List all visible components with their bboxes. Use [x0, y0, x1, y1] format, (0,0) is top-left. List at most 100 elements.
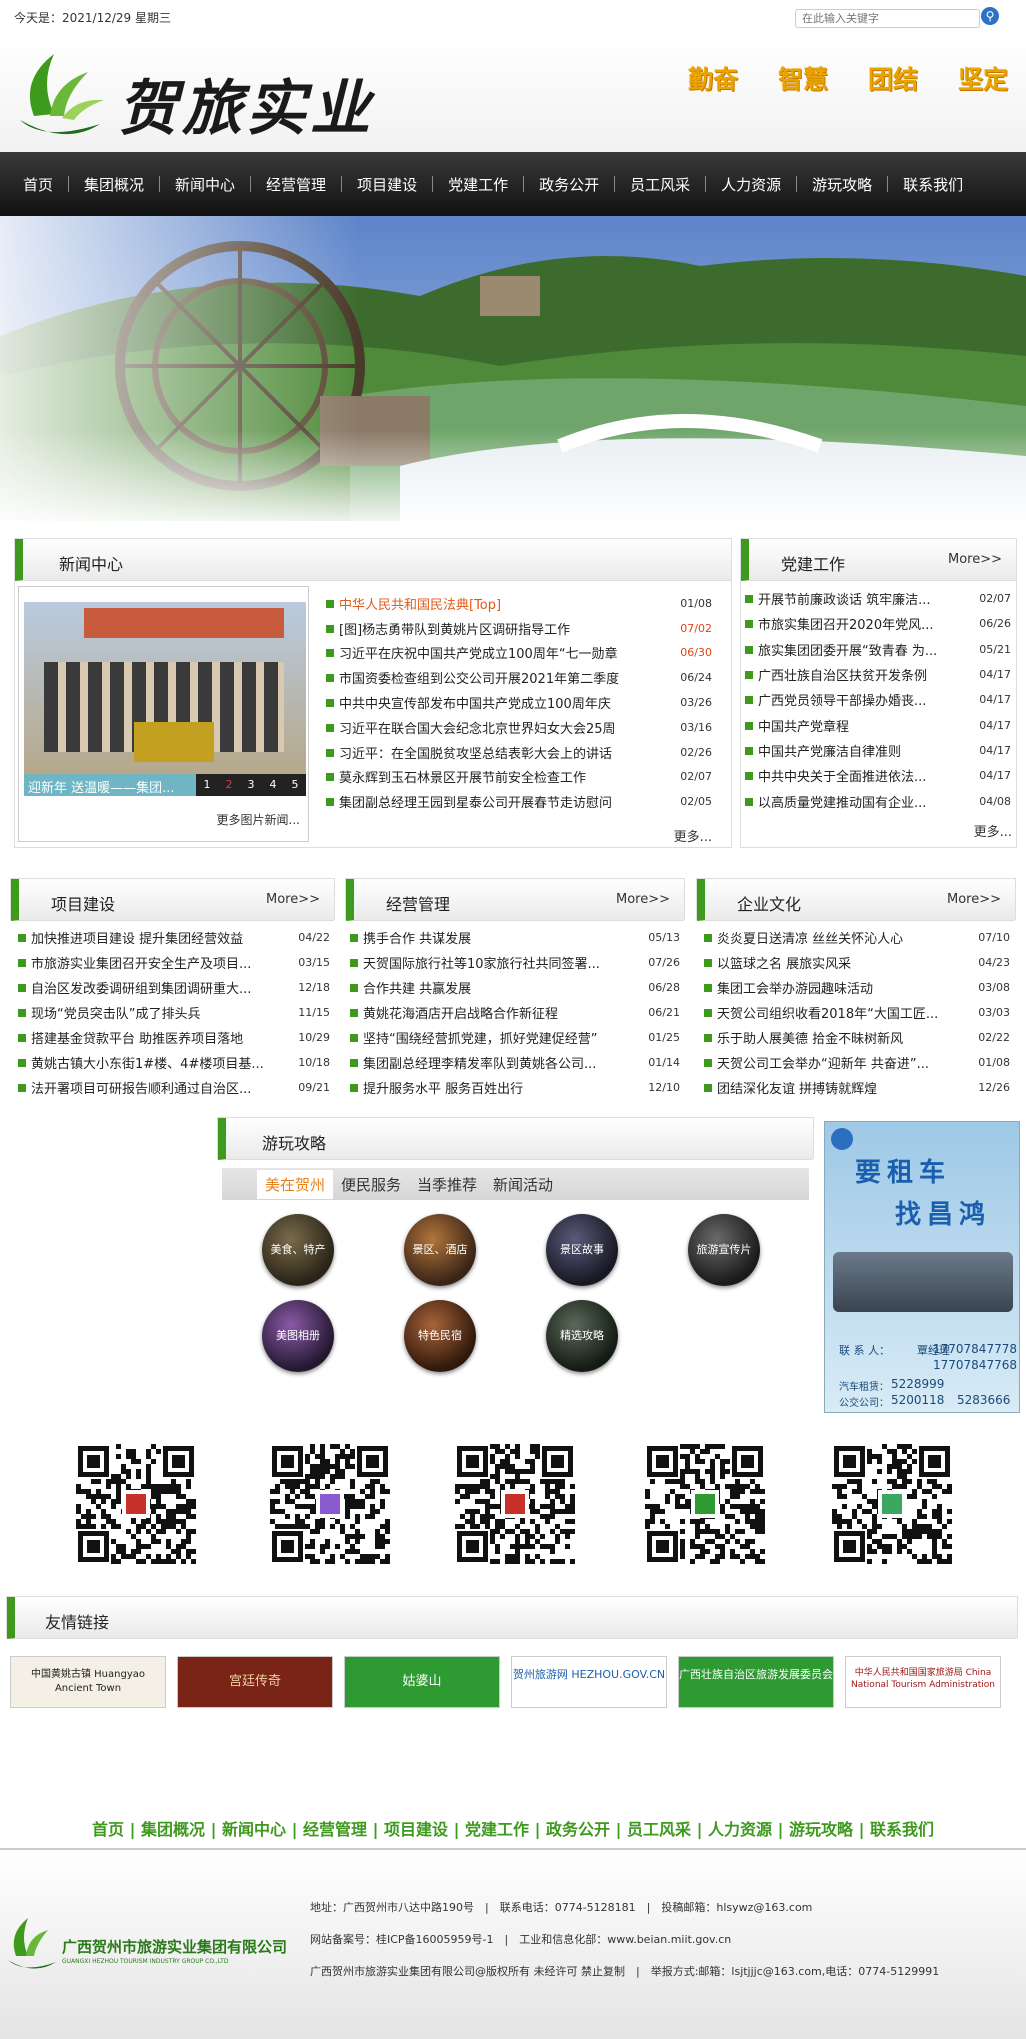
nav-item[interactable]: 员工风采	[615, 174, 705, 195]
list-item-title[interactable]: 莫永辉到玉石林景区开展节前安全检查工作	[326, 767, 674, 786]
list-item[interactable]: 中共中央关于全面推进依法... 04/17	[745, 763, 1011, 788]
list-item[interactable]: 黄姚花海酒店开启战略合作新征程 06/21	[350, 1000, 680, 1025]
search-icon[interactable]: ⚲	[981, 7, 999, 25]
footer-nav-item[interactable]: 新闻中心	[222, 1820, 286, 1839]
list-item[interactable]: 炎炎夏日送清凉 丝丝关怀沁人心 07/10	[704, 925, 1010, 950]
list-item[interactable]: 旅实集团团委开展“致青春 为... 05/21	[745, 637, 1011, 662]
nav-item[interactable]: 新闻中心	[160, 174, 250, 195]
circle-album[interactable]: 美图相册	[262, 1300, 334, 1372]
list-item[interactable]: 天贺国际旅行社等10家旅行社共同签署... 07/26	[350, 950, 680, 975]
list-item-title[interactable]: 加快推进项目建设 提升集团经营效益	[18, 928, 292, 947]
footer-nav-item[interactable]: 游玩攻略	[789, 1820, 853, 1839]
list-item[interactable]: 以高质量党建推动国有企业... 04/08	[745, 788, 1011, 813]
search-input[interactable]	[795, 9, 980, 28]
nav-item[interactable]: 人力资源	[706, 174, 796, 195]
list-item[interactable]: 天贺公司工会举办“迎新年 共奋进”... 01/08	[704, 1050, 1010, 1075]
list-item[interactable]: 中共中央宣传部发布中国共产党成立100周年庆 03/26	[326, 690, 712, 715]
list-item[interactable]: 习近平在联合国大会纪念北京世界妇女大会25周 03/16	[326, 715, 712, 740]
list-item-title[interactable]: 市旅游实业集团召开安全生产及项目...	[18, 953, 292, 972]
partner-gupo-logo[interactable]: 姑婆山	[344, 1656, 500, 1708]
list-item-title[interactable]: 自治区发改委调研组到集团调研重大...	[18, 978, 292, 997]
list-item-title[interactable]: 习近平在庆祝中国共产党成立100周年“七一勋章	[326, 643, 674, 662]
list-item-title[interactable]: 广西壮族自治区扶贫开发条例	[745, 665, 973, 684]
nav-item[interactable]: 联系我们	[888, 174, 978, 195]
photo-news-image[interactable]	[24, 602, 306, 774]
list-item[interactable]: 市国资委检查组到公交公司开展2021年第二季度 06/24	[326, 665, 712, 690]
list-item[interactable]: 携手合作 共谋发展 05/13	[350, 925, 680, 950]
circle-story[interactable]: 景区故事	[546, 1214, 618, 1286]
list-item[interactable]: 习近平：在全国脱贫攻坚总结表彰大会上的讲话 02/26	[326, 740, 712, 765]
list-item-title[interactable]: 以篮球之名 展旅实风采	[704, 953, 972, 972]
tab-activity[interactable]: 新闻活动	[485, 1170, 561, 1199]
photo-page[interactable]: 2	[218, 774, 240, 796]
list-item[interactable]: 广西党员领导干部操办婚丧... 04/17	[745, 687, 1011, 712]
list-item-title[interactable]: 天贺公司组织收看2018年“大国工匠...	[704, 1003, 972, 1022]
list-item-title[interactable]: 乐于助人展美德 拾金不昧树新风	[704, 1028, 972, 1047]
circle-food[interactable]: 美食、特产	[262, 1214, 334, 1286]
list-item-title[interactable]: 黄姚古镇大小东街1#楼、4#楼项目基...	[18, 1053, 292, 1072]
list-item-title[interactable]: 中共中央宣传部发布中国共产党成立100周年庆	[326, 693, 674, 712]
list-item[interactable]: 市旅游实业集团召开安全生产及项目... 03/15	[18, 950, 330, 975]
list-item-title[interactable]: 集团副总经理王园到星泰公司开展春节走访慰问	[326, 792, 674, 811]
list-item-title[interactable]: 搭建基金贷款平台 助推医养项目落地	[18, 1028, 292, 1047]
circle-homestay[interactable]: 特色民宿	[404, 1300, 476, 1372]
footer-nav-item[interactable]: 经营管理	[303, 1820, 367, 1839]
list-item-title[interactable]: 习近平在联合国大会纪念北京世界妇女大会25周	[326, 718, 674, 737]
footer-nav-item[interactable]: 党建工作	[465, 1820, 529, 1839]
footer-nav-item[interactable]: 项目建设	[384, 1820, 448, 1839]
footer-nav-item[interactable]: 首页	[92, 1820, 124, 1839]
partner-cnta-logo[interactable]: 中华人民共和国国家旅游局 China National Tourism Admi…	[845, 1656, 1001, 1708]
list-item-title[interactable]: 天贺国际旅行社等10家旅行社共同签署...	[350, 953, 642, 972]
list-item-title[interactable]: 市国资委检查组到公交公司开展2021年第二季度	[326, 668, 674, 687]
tab-season[interactable]: 当季推荐	[409, 1170, 485, 1199]
logo-leaf-icon[interactable]	[14, 50, 110, 144]
list-item-title[interactable]: 以高质量党建推动国有企业...	[745, 792, 973, 811]
party-more2-link[interactable]: 更多...	[900, 821, 1012, 840]
business-more-link[interactable]: More>>	[616, 892, 670, 907]
partner-gx-tour-logo[interactable]: 广西壮族自治区旅游发展委员会	[678, 1656, 834, 1708]
list-item-title[interactable]: 开展节前廉政谈话 筑牢廉洁...	[745, 589, 973, 608]
tab-beauty[interactable]: 美在贺州	[257, 1169, 334, 1199]
list-item-title[interactable]: 法开署项目可研报告顺利通过自治区...	[18, 1078, 292, 1097]
list-item-title[interactable]: 炎炎夏日送清凉 丝丝关怀沁人心	[704, 928, 972, 947]
list-item[interactable]: 集团工会举办游园趣味活动 03/08	[704, 975, 1010, 1000]
list-item[interactable]: 坚持“围绕经营抓党建，抓好党建促经营” 01/25	[350, 1025, 680, 1050]
list-item[interactable]: 集团副总经理王园到星泰公司开展春节走访慰问 02/05	[326, 789, 712, 814]
car-rental-ad[interactable]: 要租车 找昌鸿 联 系 人： 覃经理 17707847778 177078477…	[824, 1121, 1020, 1413]
list-item-title[interactable]: 提升服务水平 服务百姓出行	[350, 1078, 642, 1097]
list-item[interactable]: 团结深化友谊 拼搏铸就辉煌 12/26	[704, 1075, 1010, 1100]
list-item-title[interactable]: 团结深化友谊 拼搏铸就辉煌	[704, 1078, 972, 1097]
list-item[interactable]: 习近平在庆祝中国共产党成立100周年“七一勋章 06/30	[326, 641, 712, 666]
list-item[interactable]: 自治区发改委调研组到集团调研重大... 12/18	[18, 975, 330, 1000]
party-more-link[interactable]: More>>	[948, 552, 1002, 567]
list-item[interactable]: 开展节前廉政谈话 筑牢廉洁... 02/07	[745, 586, 1011, 611]
footer-nav-item[interactable]: 员工风采	[627, 1820, 691, 1839]
list-item-title[interactable]: 中国共产党章程	[745, 716, 973, 735]
list-item[interactable]: 广西壮族自治区扶贫开发条例 04/17	[745, 662, 1011, 687]
list-item[interactable]: 天贺公司组织收看2018年“大国工匠... 03/03	[704, 1000, 1010, 1025]
list-item[interactable]: 乐于助人展美德 拾金不昧树新风 02/22	[704, 1025, 1010, 1050]
nav-item[interactable]: 集团概况	[69, 174, 159, 195]
list-item[interactable]: [图]杨志勇带队到黄姚片区调研指导工作 07/02	[326, 616, 712, 641]
list-item-title[interactable]: 习近平：在全国脱贫攻坚总结表彰大会上的讲话	[326, 743, 674, 762]
list-item[interactable]: 莫永辉到玉石林景区开展节前安全检查工作 02/07	[326, 765, 712, 790]
list-item-title[interactable]: 黄姚花海酒店开启战略合作新征程	[350, 1003, 642, 1022]
nav-item[interactable]: 项目建设	[342, 174, 432, 195]
list-item[interactable]: 黄姚古镇大小东街1#楼、4#楼项目基... 10/18	[18, 1050, 330, 1075]
footer-nav-item[interactable]: 人力资源	[708, 1820, 772, 1839]
list-item-title[interactable]: 市旅实集团召开2020年党风...	[745, 614, 973, 633]
list-item[interactable]: 加快推进项目建设 提升集团经营效益 04/22	[18, 925, 330, 950]
list-item-title[interactable]: 集团副总经理李精发率队到黄姚各公司...	[350, 1053, 642, 1072]
nav-item[interactable]: 首页	[8, 174, 68, 195]
nav-item[interactable]: 游玩攻略	[797, 174, 887, 195]
list-item-title[interactable]: 天贺公司工会举办“迎新年 共奋进”...	[704, 1053, 972, 1072]
list-item[interactable]: 中国共产党章程 04/17	[745, 712, 1011, 737]
footer-nav-item[interactable]: 联系我们	[870, 1820, 934, 1839]
list-item[interactable]: 中国共产党廉洁自律准则 04/17	[745, 738, 1011, 763]
circle-scenic[interactable]: 景区、酒店	[404, 1214, 476, 1286]
list-item-title[interactable]: 广西党员领导干部操办婚丧...	[745, 690, 973, 709]
list-item-title[interactable]: 集团工会举办游园趣味活动	[704, 978, 972, 997]
photo-page[interactable]: 5	[284, 774, 306, 796]
list-item[interactable]: 中华人民共和国民法典[Top] 01/08	[326, 591, 712, 616]
list-item[interactable]: 以篮球之名 展旅实风采 04/23	[704, 950, 1010, 975]
